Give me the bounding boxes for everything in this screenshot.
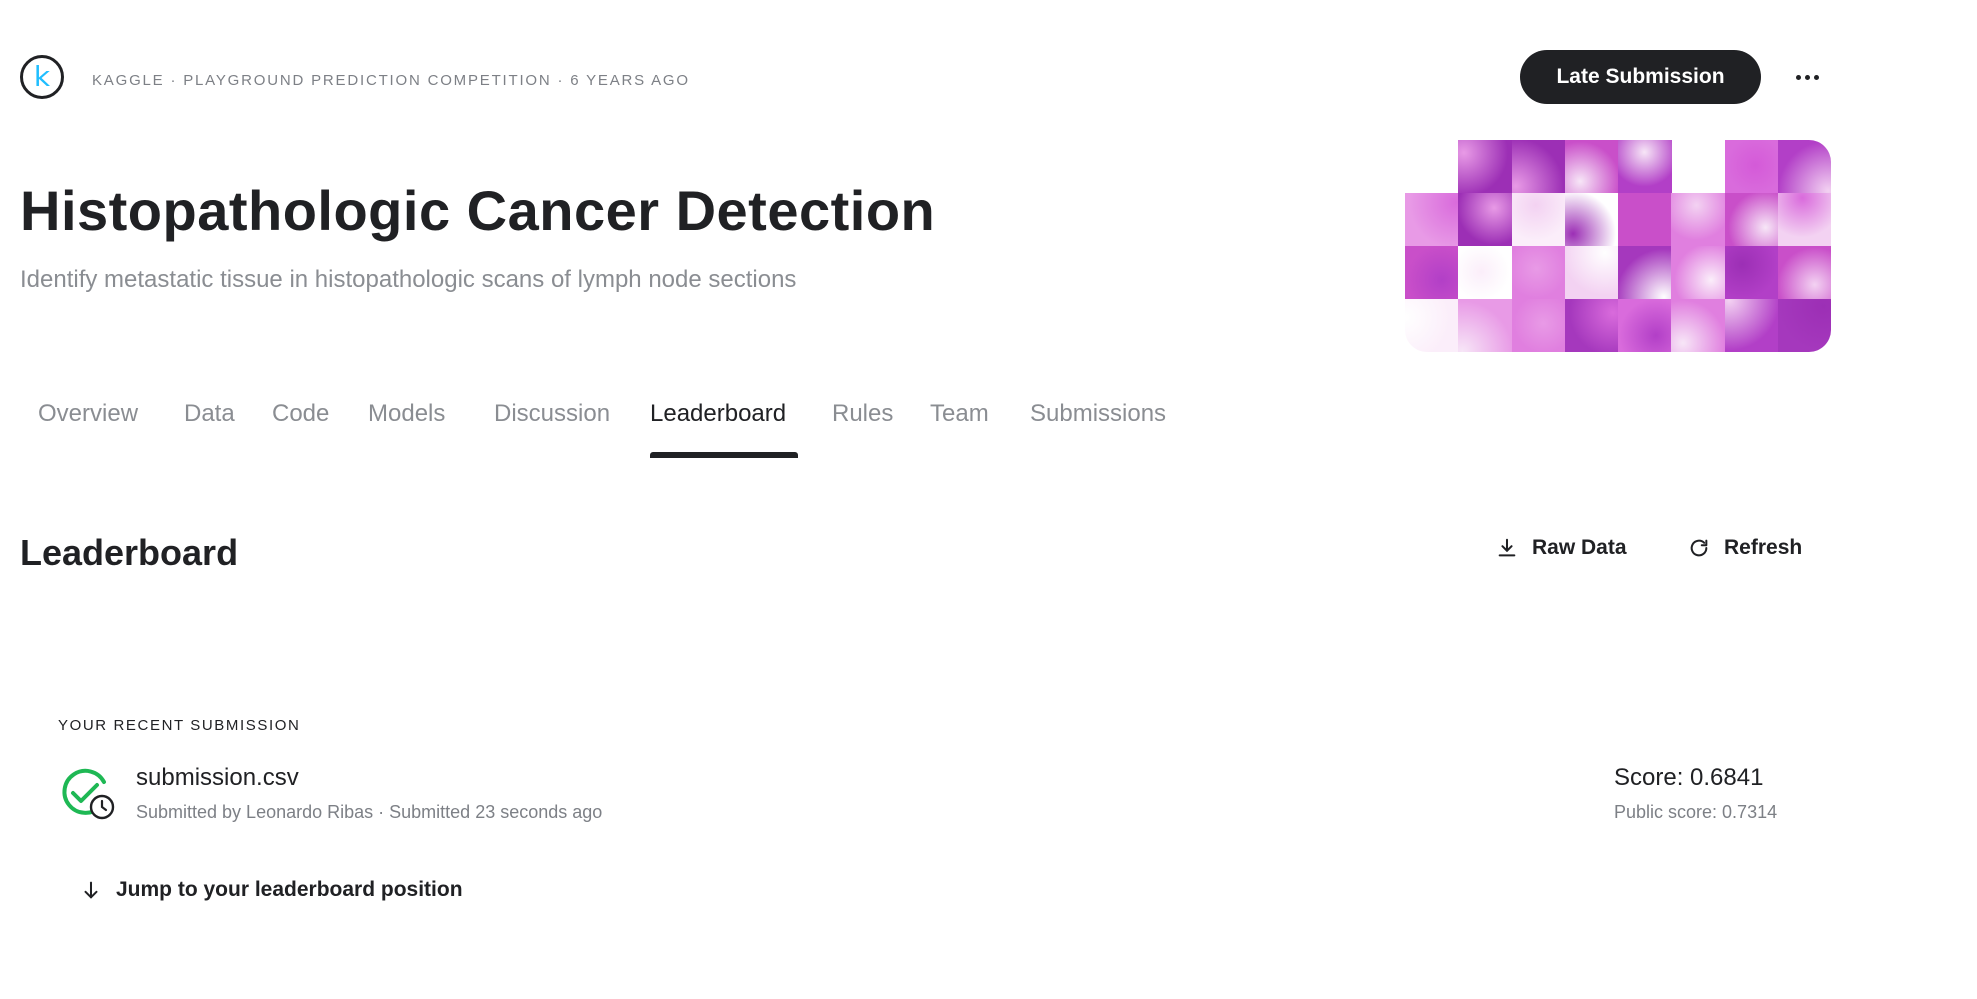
refresh-icon	[1690, 539, 1708, 557]
raw-data-button[interactable]: Raw Data	[1496, 536, 1627, 560]
logo-letter: k	[33, 60, 51, 93]
page-subtitle: Identify metastatic tissue in histopatho…	[20, 266, 797, 293]
competition-image	[1405, 140, 1831, 352]
kaggle-logo[interactable]: k	[20, 55, 64, 99]
check-circle-clock-icon	[62, 768, 115, 820]
recent-submission-label: YOUR RECENT SUBMISSION	[58, 717, 301, 734]
raw-data-label: Raw Data	[1532, 536, 1627, 559]
tab-models[interactable]: Models	[368, 400, 445, 428]
late-submission-button[interactable]: Late Submission	[1520, 50, 1761, 104]
tab-overview[interactable]: Overview	[38, 400, 138, 428]
submission-file-name[interactable]: submission.csv	[136, 764, 299, 792]
competition-meta: KAGGLE · PLAYGROUND PREDICTION COMPETITI…	[92, 72, 690, 89]
active-tab-indicator	[650, 452, 798, 458]
private-score: Score: 0.6841	[1614, 764, 1764, 791]
jump-to-position-link[interactable]: Jump to your leaderboard position	[80, 878, 463, 902]
tab-code[interactable]: Code	[272, 400, 329, 428]
submission-meta: Submitted by Leonardo Ribas · Submitted …	[136, 802, 603, 822]
tab-leaderboard[interactable]: Leaderboard	[650, 400, 786, 428]
page-title: Histopathologic Cancer Detection	[20, 179, 936, 242]
more-options-icon[interactable]	[1790, 60, 1824, 94]
refresh-button[interactable]: Refresh	[1688, 536, 1802, 560]
tab-data[interactable]: Data	[184, 400, 235, 428]
leaderboard-title: Leaderboard	[20, 532, 239, 573]
tab-submissions[interactable]: Submissions	[1030, 400, 1166, 428]
download-icon	[1498, 538, 1516, 557]
tab-discussion[interactable]: Discussion	[494, 400, 610, 428]
tab-team[interactable]: Team	[930, 400, 989, 428]
public-score: Public score: 0.7314	[1614, 802, 1778, 822]
refresh-label: Refresh	[1724, 536, 1803, 559]
tab-rules[interactable]: Rules	[832, 400, 893, 428]
arrow-down-icon	[84, 881, 98, 899]
jump-label: Jump to your leaderboard position	[116, 878, 463, 901]
